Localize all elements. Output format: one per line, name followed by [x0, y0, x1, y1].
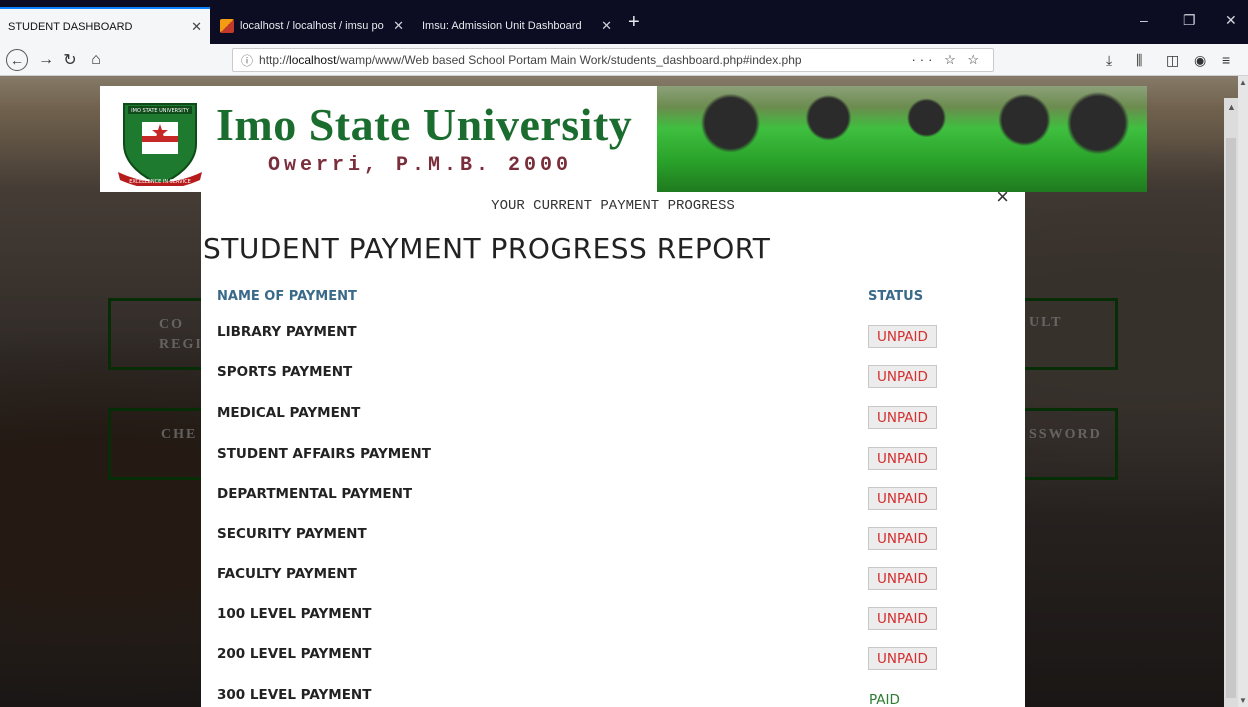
payment-progress-modal: × YOUR CURRENT PAYMENT PROGRESS STUDENT …: [201, 186, 1025, 707]
payment-name: FACULTY PAYMENT: [217, 566, 357, 582]
payment-name: DEPARTMENTAL PAYMENT: [217, 486, 413, 502]
reload-icon[interactable]: ↻: [58, 48, 82, 72]
payment-name: 100 LEVEL PAYMENT: [217, 606, 372, 622]
phpmyadmin-favicon-icon: [220, 18, 234, 33]
tab-close-icon[interactable]: ✕: [601, 18, 612, 34]
column-header-name: NAME OF PAYMENT: [217, 289, 357, 304]
payment-status-badge: UNPAID: [868, 607, 937, 630]
payment-name: STUDENT AFFAIRS PAYMENT: [217, 446, 431, 462]
scroll-up-icon[interactable]: ▲: [1227, 102, 1236, 112]
column-header-status: STATUS: [868, 289, 924, 304]
downloads-icon[interactable]: ⤓: [1106, 52, 1112, 69]
payment-row: DEPARTMENTAL PAYMENT UNPAID: [201, 486, 1025, 526]
payment-name: MEDICAL PAYMENT: [217, 405, 361, 421]
payment-name: LIBRARY PAYMENT: [217, 324, 357, 340]
university-crest-icon: IMO STATE UNIVERSITY EXCELLENCE IN SERVI…: [118, 103, 202, 186]
tab-student-dashboard[interactable]: STUDENT DASHBOARD ✕: [0, 7, 210, 44]
payment-status-badge: PAID: [869, 692, 900, 707]
menu-icon[interactable]: ≡: [1222, 52, 1230, 68]
university-name: Imo State University: [216, 99, 633, 150]
page-viewport: CO REGI ULT CHE SSWORD IMO STATE UNIVERS…: [0, 76, 1248, 707]
payment-name: 300 LEVEL PAYMENT: [217, 687, 372, 703]
url-text: http://localhost/wamp/www/Web based Scho…: [259, 53, 802, 67]
tab-admission-dashboard[interactable]: Imsu: Admission Unit Dashboard ✕: [414, 7, 620, 44]
university-banner: IMO STATE UNIVERSITY EXCELLENCE IN SERVI…: [100, 86, 1147, 192]
scroll-up-icon[interactable]: ▲: [1239, 78, 1247, 87]
account-icon[interactable]: ◉: [1194, 52, 1206, 69]
browser-nav-bar: ← → ↻ ⌂ ⓘ http://localhost/wamp/www/Web …: [0, 44, 1248, 76]
payment-row: STUDENT AFFAIRS PAYMENT UNPAID: [201, 446, 1025, 486]
forward-arrow-icon[interactable]: →: [34, 48, 58, 72]
svg-text:IMO STATE UNIVERSITY: IMO STATE UNIVERSITY: [131, 108, 190, 114]
payment-status-badge: UNPAID: [868, 365, 937, 388]
payment-row: FACULTY PAYMENT UNPAID: [201, 566, 1025, 606]
minimize-icon[interactable]: –: [1140, 12, 1148, 28]
sidebar-icon[interactable]: ◫: [1166, 52, 1179, 69]
tab-close-icon[interactable]: ✕: [393, 18, 404, 34]
payment-name: SECURITY PAYMENT: [217, 526, 367, 542]
page-actions-icon[interactable]: ··· ☆ ☆: [911, 52, 983, 68]
modal-subtitle: YOUR CURRENT PAYMENT PROGRESS: [491, 198, 735, 214]
payment-row: MEDICAL PAYMENT UNPAID: [201, 405, 1025, 445]
payment-status-badge: UNPAID: [868, 647, 937, 670]
payment-row: 100 LEVEL PAYMENT UNPAID: [201, 606, 1025, 646]
modal-title: STUDENT PAYMENT PROGRESS REPORT: [203, 232, 771, 265]
payment-status-badge: UNPAID: [868, 567, 937, 590]
tab-close-icon[interactable]: ✕: [191, 19, 202, 35]
tab-label: Imsu: Admission Unit Dashboard: [422, 19, 582, 32]
payment-status-badge: UNPAID: [868, 487, 937, 510]
restore-icon[interactable]: ❐: [1183, 12, 1196, 29]
payment-status-badge: UNPAID: [868, 527, 937, 550]
tab-phpmyadmin[interactable]: localhost / localhost / imsu po ✕: [212, 7, 412, 44]
university-address: Owerri, P.M.B. 2000: [268, 154, 573, 177]
payment-row: SPORTS PAYMENT UNPAID: [201, 364, 1025, 404]
payment-row: SECURITY PAYMENT UNPAID: [201, 526, 1025, 566]
payment-row: LIBRARY PAYMENT UNPAID: [201, 324, 1025, 364]
close-window-icon[interactable]: ✕: [1225, 12, 1237, 29]
site-info-icon[interactable]: ⓘ: [241, 52, 253, 69]
payment-status-badge: UNPAID: [868, 406, 937, 429]
new-tab-plus-icon[interactable]: +: [628, 12, 640, 32]
tab-label: STUDENT DASHBOARD: [8, 20, 133, 33]
payment-row: 300 LEVEL PAYMENT PAID: [201, 687, 1025, 707]
modal-scrollbar[interactable]: ▲: [1224, 98, 1238, 707]
home-icon[interactable]: ⌂: [84, 48, 108, 72]
svg-text:EXCELLENCE IN SERVICE: EXCELLENCE IN SERVICE: [129, 179, 190, 185]
graduates-photo: [657, 86, 1147, 192]
back-arrow-icon[interactable]: ←: [6, 49, 28, 71]
payment-status-badge: UNPAID: [868, 447, 937, 470]
page-scrollbar[interactable]: ▲ ▼: [1238, 76, 1248, 707]
scroll-down-icon[interactable]: ▼: [1239, 696, 1247, 705]
payment-name: 200 LEVEL PAYMENT: [217, 646, 372, 662]
tab-label: localhost / localhost / imsu po: [240, 19, 384, 32]
payment-row: 200 LEVEL PAYMENT UNPAID: [201, 646, 1025, 686]
library-icon[interactable]: ⫼: [1136, 52, 1142, 69]
payment-name: SPORTS PAYMENT: [217, 364, 353, 380]
browser-tab-bar: STUDENT DASHBOARD ✕ localhost / localhos…: [0, 0, 1248, 44]
payment-status-badge: UNPAID: [868, 325, 937, 348]
scrollbar-thumb[interactable]: [1226, 138, 1236, 698]
address-bar[interactable]: ⓘ http://localhost/wamp/www/Web based Sc…: [232, 48, 994, 72]
